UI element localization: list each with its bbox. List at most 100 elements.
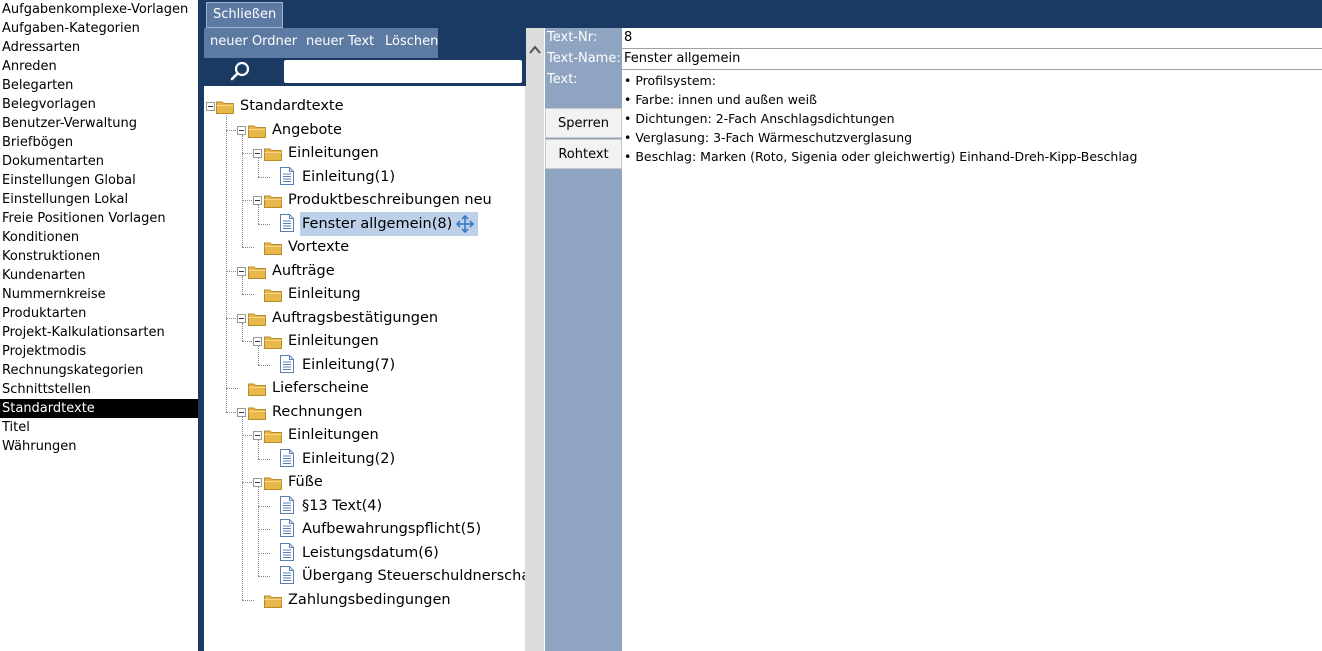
tree-connector [258, 576, 270, 577]
category-item[interactable]: Standardtexte [0, 399, 198, 418]
tree-node-label: Aufbewahrungspflicht(5) [302, 521, 482, 537]
collapse-toggle-icon[interactable] [253, 478, 262, 487]
category-item[interactable]: Titel [0, 418, 198, 437]
document-icon [280, 354, 294, 373]
category-item[interactable]: Schnittstellen [0, 380, 198, 399]
field-divider [622, 48, 1322, 49]
category-item[interactable]: Projekt-Kalkulationsarten [0, 323, 198, 342]
category-list[interactable]: Aufgabenkomplexe-Vorlagen Aufgaben-Katego… [0, 0, 198, 651]
tree-folder[interactable]: Angebote [248, 118, 344, 142]
tree-folder[interactable]: Einleitungen [264, 423, 381, 447]
category-item[interactable]: Aufgaben-Kategorien [0, 19, 198, 38]
tree-folder[interactable]: Auftragsbestätigungen [248, 306, 440, 330]
category-item[interactable]: Anreden [0, 57, 198, 76]
tree-connector [258, 223, 270, 225]
tree-connector [242, 322, 243, 341]
category-item[interactable]: Nummernkreise [0, 285, 198, 304]
category-item[interactable]: Produktarten [0, 304, 198, 323]
tree-connector [258, 458, 270, 460]
collapse-toggle-icon[interactable] [237, 266, 246, 276]
close-button[interactable]: Schließen [206, 2, 284, 28]
tree-folder[interactable]: Füße [264, 470, 325, 494]
category-item[interactable]: Dokumentarten [0, 152, 198, 171]
tree-connector [258, 205, 259, 224]
tree-node-label: Rechnungen [272, 403, 363, 420]
category-item[interactable]: Projektmodis [0, 342, 198, 361]
tree-text-item[interactable]: Übergang Steuerschuldnerschaft( [280, 564, 525, 588]
new-text-button[interactable]: neuer Text [300, 28, 382, 58]
tree-text-item[interactable]: Leistungsdatum(6) [280, 541, 441, 565]
tree-text-item[interactable]: Einleitung(1) [280, 165, 397, 189]
collapse-toggle-icon[interactable] [237, 125, 246, 135]
top-bar: Schließen [204, 0, 1322, 28]
tree-node-label: Einleitung [288, 286, 361, 302]
tree-node-label: Zahlungsbedingungen [288, 591, 451, 608]
collapse-toggle-icon[interactable] [206, 102, 215, 111]
toolbar-filler [438, 28, 526, 58]
collapse-toggle-icon[interactable] [253, 149, 262, 158]
tree-folder[interactable]: Standardtexte [216, 94, 346, 118]
tree-folder[interactable]: Einleitung [264, 282, 363, 306]
collapse-toggle-icon[interactable] [253, 337, 262, 346]
category-item[interactable]: Adressarten [0, 38, 198, 57]
tree-folder[interactable]: Produktbeschreibungen neu [264, 188, 494, 212]
collapse-toggle-icon[interactable] [253, 431, 262, 440]
tree-text-item[interactable]: Fenster allgemein(8) [280, 211, 479, 236]
new-folder-button[interactable]: neuer Ordner [204, 28, 305, 58]
text-body[interactable]: • Profilsystem: • Farbe: innen und außen … [624, 71, 1137, 166]
tree-folder[interactable]: Aufträge [248, 259, 337, 283]
tree-text-item[interactable]: §13 Text(4) [280, 494, 384, 518]
tree-connector [242, 275, 243, 294]
category-item[interactable]: Konstruktionen [0, 247, 198, 266]
tree-node-label: Füße [288, 474, 323, 490]
tree-folder[interactable]: Zahlungsbedingungen [264, 588, 453, 612]
magnifier-icon[interactable] [228, 59, 254, 83]
raw-text-button[interactable]: Rohtext [545, 139, 622, 169]
category-item[interactable]: Währungen [0, 437, 198, 456]
folder-icon [248, 310, 266, 326]
delete-button[interactable]: Löschen [379, 28, 445, 58]
text-nr-value[interactable]: 8 [624, 30, 632, 45]
tree-node-label: Fenster allgemein(8) [300, 211, 479, 236]
scroll-up-icon[interactable] [526, 42, 544, 58]
field-divider [622, 69, 1322, 70]
search-input[interactable] [284, 60, 522, 83]
tree-connector [242, 416, 243, 600]
tree-node-label: Standardtexte [240, 98, 344, 114]
tree-folder[interactable]: Lieferscheine [248, 376, 371, 400]
category-item[interactable]: Freie Positionen Vorlagen [0, 209, 198, 228]
text-line: • Farbe: innen und außen weiß [624, 92, 817, 107]
category-item[interactable]: Briefbögen [0, 133, 198, 152]
category-item[interactable]: Rechnungskategorien [0, 361, 198, 380]
move-icon[interactable] [455, 214, 475, 242]
collapse-toggle-icon[interactable] [237, 313, 246, 323]
tree-node-label: Produktbeschreibungen neu [288, 192, 492, 208]
collapse-toggle-icon[interactable] [237, 407, 246, 417]
tree-folder[interactable]: Vortexte [264, 235, 351, 259]
text-name-label: Text-Name: [547, 51, 621, 66]
collapse-toggle-icon[interactable] [253, 196, 262, 205]
tree-connector [258, 487, 259, 576]
category-item[interactable]: Aufgabenkomplexe-Vorlagen [0, 0, 198, 19]
text-name-value[interactable]: Fenster allgemein [624, 51, 740, 66]
category-item[interactable]: Konditionen [0, 228, 198, 247]
tree-folder[interactable]: Einleitungen [264, 329, 381, 353]
tree-text-item[interactable]: Einleitung(2) [280, 447, 397, 471]
tree-scrollbar[interactable] [526, 28, 544, 651]
category-item[interactable]: Belegarten [0, 76, 198, 95]
tree-text-item[interactable]: Aufbewahrungspflicht(5) [280, 517, 483, 541]
tree-text-item[interactable]: Einleitung(7) [280, 353, 397, 377]
category-item[interactable]: Benutzer-Verwaltung [0, 114, 198, 133]
tree-connector [258, 176, 270, 178]
category-item[interactable]: Belegvorlagen [0, 95, 198, 114]
tree-connector [258, 158, 259, 177]
category-item[interactable]: Einstellungen Lokal [0, 190, 198, 209]
tree-folder[interactable]: Rechnungen [248, 400, 364, 424]
lock-button[interactable]: Sperren [545, 108, 622, 138]
tree-folder[interactable]: Einleitungen [264, 141, 381, 165]
document-icon [280, 166, 294, 185]
folder-icon [248, 380, 266, 396]
category-item[interactable]: Kundenarten [0, 266, 198, 285]
text-tree[interactable]: Standardtexte Angebote Einleitungen Einleit… [204, 86, 526, 651]
category-item[interactable]: Einstellungen Global [0, 171, 198, 190]
